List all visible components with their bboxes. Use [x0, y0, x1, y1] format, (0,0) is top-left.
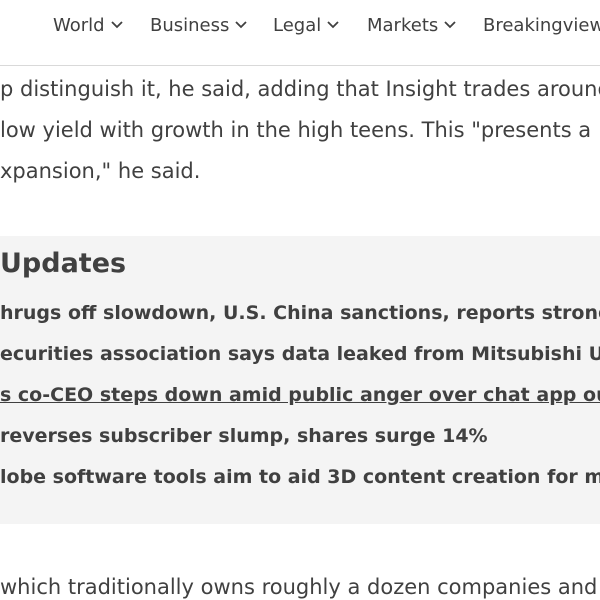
- article-text-line: which traditionally owns roughly a dozen…: [0, 575, 598, 599]
- nav-item-label: Business: [150, 14, 230, 36]
- nav-item-world[interactable]: World: [53, 12, 124, 38]
- chevron-down-icon: [326, 20, 340, 30]
- update-link[interactable]: s co-CEO steps down amid public anger ov…: [0, 384, 600, 406]
- top-navigation: World Business Legal Markets Breakingvie…: [0, 0, 600, 66]
- nav-item-legal[interactable]: Legal: [273, 12, 340, 38]
- nav-item-business[interactable]: Business: [150, 12, 248, 38]
- chevron-down-icon: [110, 20, 124, 30]
- article-paragraph: p distinguish it, he said, adding that I…: [0, 69, 600, 192]
- nav-item-label: World: [53, 14, 105, 36]
- article-paragraph: which traditionally owns roughly a dozen…: [0, 567, 600, 600]
- chevron-down-icon: [443, 20, 457, 30]
- article-text-line: p distinguish it, he said, adding that I…: [0, 77, 600, 101]
- nav-item-markets[interactable]: Markets: [367, 12, 457, 38]
- nav-item-breakingviews[interactable]: Breakingviews: [483, 12, 600, 38]
- updates-heading: Updates: [0, 248, 127, 279]
- update-link[interactable]: lobe software tools aim to aid 3D conten…: [0, 466, 600, 488]
- update-link[interactable]: reverses subscriber slump, shares surge …: [0, 425, 488, 447]
- update-link[interactable]: hrugs off slowdown, U.S. China sanctions…: [0, 302, 600, 324]
- chevron-down-icon: [234, 20, 248, 30]
- update-link[interactable]: ecurities association says data leaked f…: [0, 343, 600, 365]
- nav-item-label: Legal: [273, 14, 322, 36]
- updates-box: Updates hrugs off slowdown, U.S. China s…: [0, 236, 600, 524]
- nav-item-label: Breakingviews: [483, 14, 600, 36]
- nav-item-label: Markets: [367, 14, 439, 36]
- article-text-line: low yield with growth in the high teens.…: [0, 118, 592, 142]
- article-text-line: xpansion," he said.: [0, 159, 201, 183]
